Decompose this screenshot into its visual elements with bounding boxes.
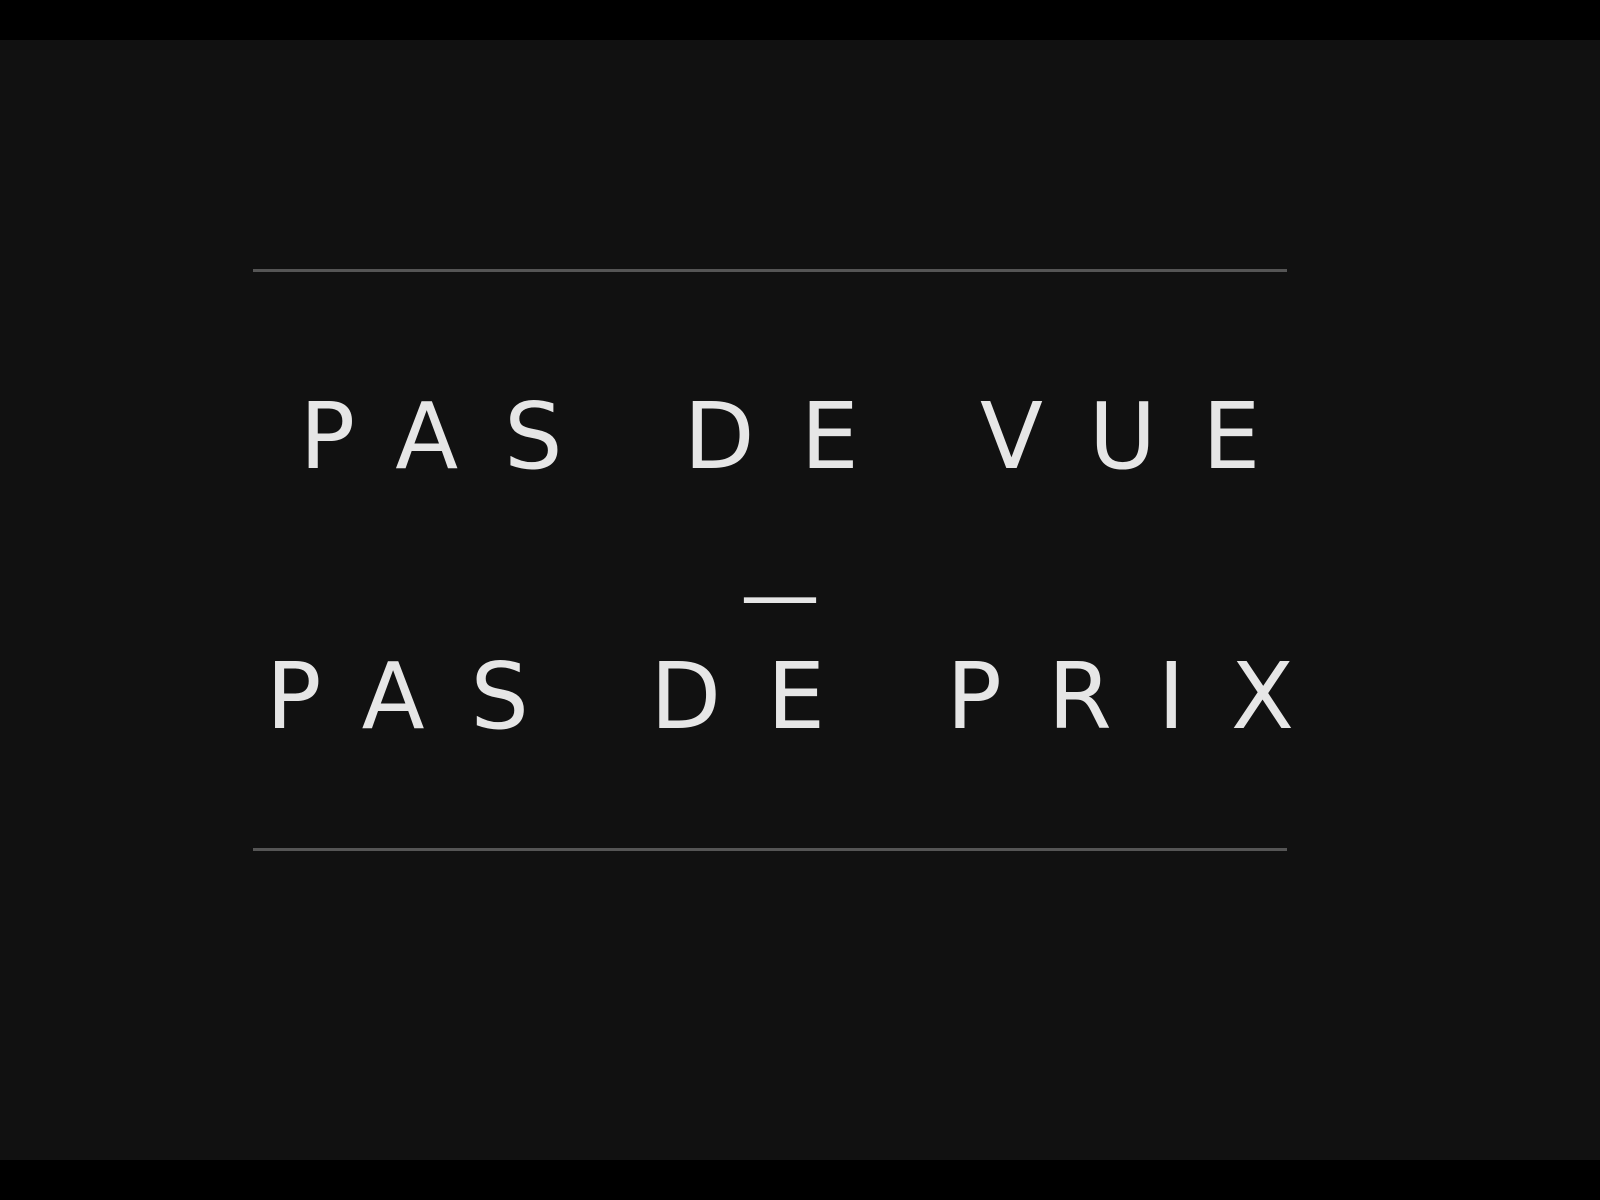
letterbox-bottom xyxy=(0,1160,1600,1200)
bottom-divider xyxy=(253,848,1287,851)
top-divider xyxy=(253,269,1287,272)
title-card: PAS DE VUE — PAS DE PRIX xyxy=(0,40,1600,1160)
headline-line-1: PAS DE VUE xyxy=(299,383,1307,490)
headline-separator: — xyxy=(740,548,820,641)
screen: PAS DE VUE — PAS DE PRIX xyxy=(0,0,1600,1200)
headline-line-2: PAS DE PRIX xyxy=(266,643,1340,750)
